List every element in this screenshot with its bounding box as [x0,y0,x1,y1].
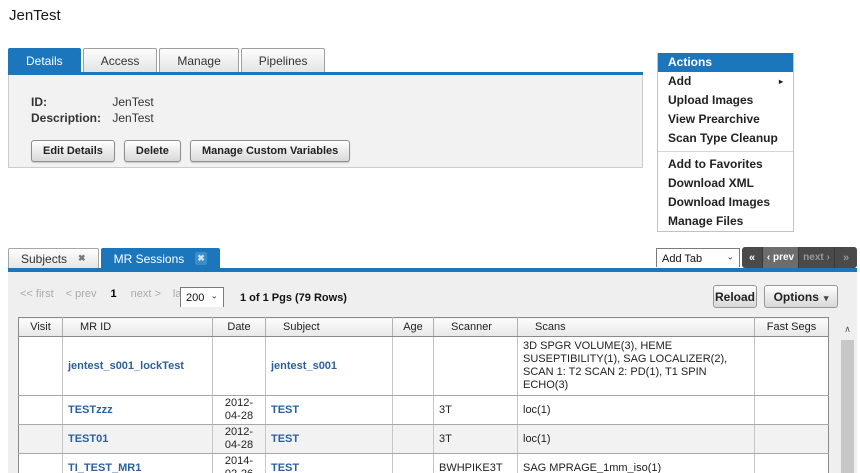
chevron-down-icon: ▾ [823,292,829,303]
tab-pager-next-button: next › [799,247,835,268]
column-header-scanner[interactable]: Scanner [433,317,518,337]
close-icon[interactable]: ✖ [195,252,207,265]
mr-id-link[interactable]: jentest_s001_lockTest [68,360,184,372]
pagination-first: << first [20,288,54,300]
table-scrollbar[interactable]: ∧ [839,317,856,473]
reload-button[interactable]: Reload [713,285,757,308]
id-value: JenTest [112,95,154,109]
column-header-fast-segs[interactable]: Fast Segs [754,317,829,337]
close-icon[interactable]: ✖ [78,254,86,263]
id-label: ID: [31,95,47,109]
actions-menu-header: Actions [658,53,793,72]
actions-menu: Actions Add ▸ Upload Images View Prearch… [657,53,794,232]
menu-item-upload-images[interactable]: Upload Images [658,91,793,110]
column-header-date[interactable]: Date [212,317,266,337]
menu-item-add-to-favorites[interactable]: Add to Favorites [658,155,793,174]
menu-item-view-prearchive[interactable]: View Prearchive [658,110,793,129]
add-tab-select-wrap: Add Tab ⌄ [656,248,740,268]
data-tabstrip: Subjects ✖ MR Sessions ✖ [8,248,220,268]
xnat-project-page: JenTest Details Access Manage Pipelines … [0,0,860,473]
description-value: JenTest [112,111,154,125]
detail-tabstrip: Details Access Manage Pipelines [8,48,326,72]
mr-id-link[interactable]: TEST01 [68,433,108,445]
menu-item-download-xml[interactable]: Download XML [658,174,793,193]
pagination-next: next > [130,288,161,300]
tab-pager-last-button: » [842,251,850,264]
scans-cell: loc(1) [517,424,755,454]
column-header-mr-id[interactable]: MR ID [62,317,213,337]
scans-cell: SAG MPRAGE_1mm_iso(1) [517,453,755,473]
pagination-summary: 1 of 1 Pgs (79 Rows) [240,292,347,304]
menu-item-scan-type-cleanup[interactable]: Scan Type Cleanup [658,129,793,148]
column-header-visit[interactable]: Visit [18,317,63,337]
tab-subjects[interactable]: Subjects ✖ [8,248,99,268]
edit-details-button[interactable]: Edit Details [31,140,115,162]
subject-link[interactable]: jentest_s001 [271,360,337,372]
tab-details[interactable]: Details [8,48,81,72]
mr-id-link[interactable]: TESTzzz [68,404,113,416]
tab-manage[interactable]: Manage [159,48,239,72]
manage-custom-variables-button[interactable]: Manage Custom Variables [189,140,351,162]
column-header-age[interactable]: Age [392,317,434,337]
page-title: JenTest [9,7,61,24]
scrollbar-thumb[interactable] [841,340,854,473]
table-row: jentest_s001_lockTest jentest_s001 3D SP… [18,336,829,396]
menu-divider [658,151,793,152]
submenu-arrow-icon: ▸ [778,77,783,86]
page-size-select[interactable]: 200 [181,289,223,307]
table-row: TI_TEST_MR1 2014-02-26 TEST BWHPIKE3T SA… [18,453,829,473]
subject-link[interactable]: TEST [271,433,299,445]
pagination-prev: < prev [65,288,97,300]
tab-pager: « ‹ prev next › » [742,247,857,268]
subject-link[interactable]: TEST [271,404,299,416]
table-header-row: Visit MR ID Date Subject Age Scanner Sca… [18,317,829,337]
menu-item-manage-files[interactable]: Manage Files [658,212,793,231]
tab-pager-first-button[interactable]: « [742,247,763,268]
scroll-up-icon[interactable]: ∧ [839,317,856,335]
delete-button[interactable]: Delete [123,140,181,162]
table-row: TEST01 2012-04-28 TEST 3T loc(1) [18,424,829,454]
mr-id-link[interactable]: TI_TEST_MR1 [68,462,141,473]
menu-item-add[interactable]: Add ▸ [658,72,793,91]
add-tab-select[interactable]: Add Tab [657,250,739,268]
scans-cell: loc(1) [517,395,755,425]
tab-mr-sessions[interactable]: MR Sessions ✖ [100,248,220,268]
tab-access[interactable]: Access [82,48,158,72]
page-size-select-wrap: 200 ⌄ [180,287,224,307]
tab-pager-prev-button[interactable]: ‹ prev [763,247,799,268]
scans-cell: 3D SPGR VOLUME(3), HEME SUSEPTIBILITY(1)… [517,336,755,396]
menu-item-download-images[interactable]: Download Images [658,193,793,212]
options-button[interactable]: Options ▾ [764,285,838,308]
tab-pipelines[interactable]: Pipelines [240,48,326,72]
subject-link[interactable]: TEST [271,462,299,473]
mr-sessions-table: Visit MR ID Date Subject Age Scanner Sca… [18,317,829,473]
table-row: TESTzzz 2012-04-28 TEST 3T loc(1) [18,395,829,425]
column-header-scans[interactable]: Scans [517,317,755,337]
details-panel: ID: JenTest Description: JenTest Edit De… [8,75,643,168]
column-header-subject[interactable]: Subject [265,317,393,337]
description-label: Description: [31,111,102,125]
pagination-current-page: 1 [110,288,117,300]
